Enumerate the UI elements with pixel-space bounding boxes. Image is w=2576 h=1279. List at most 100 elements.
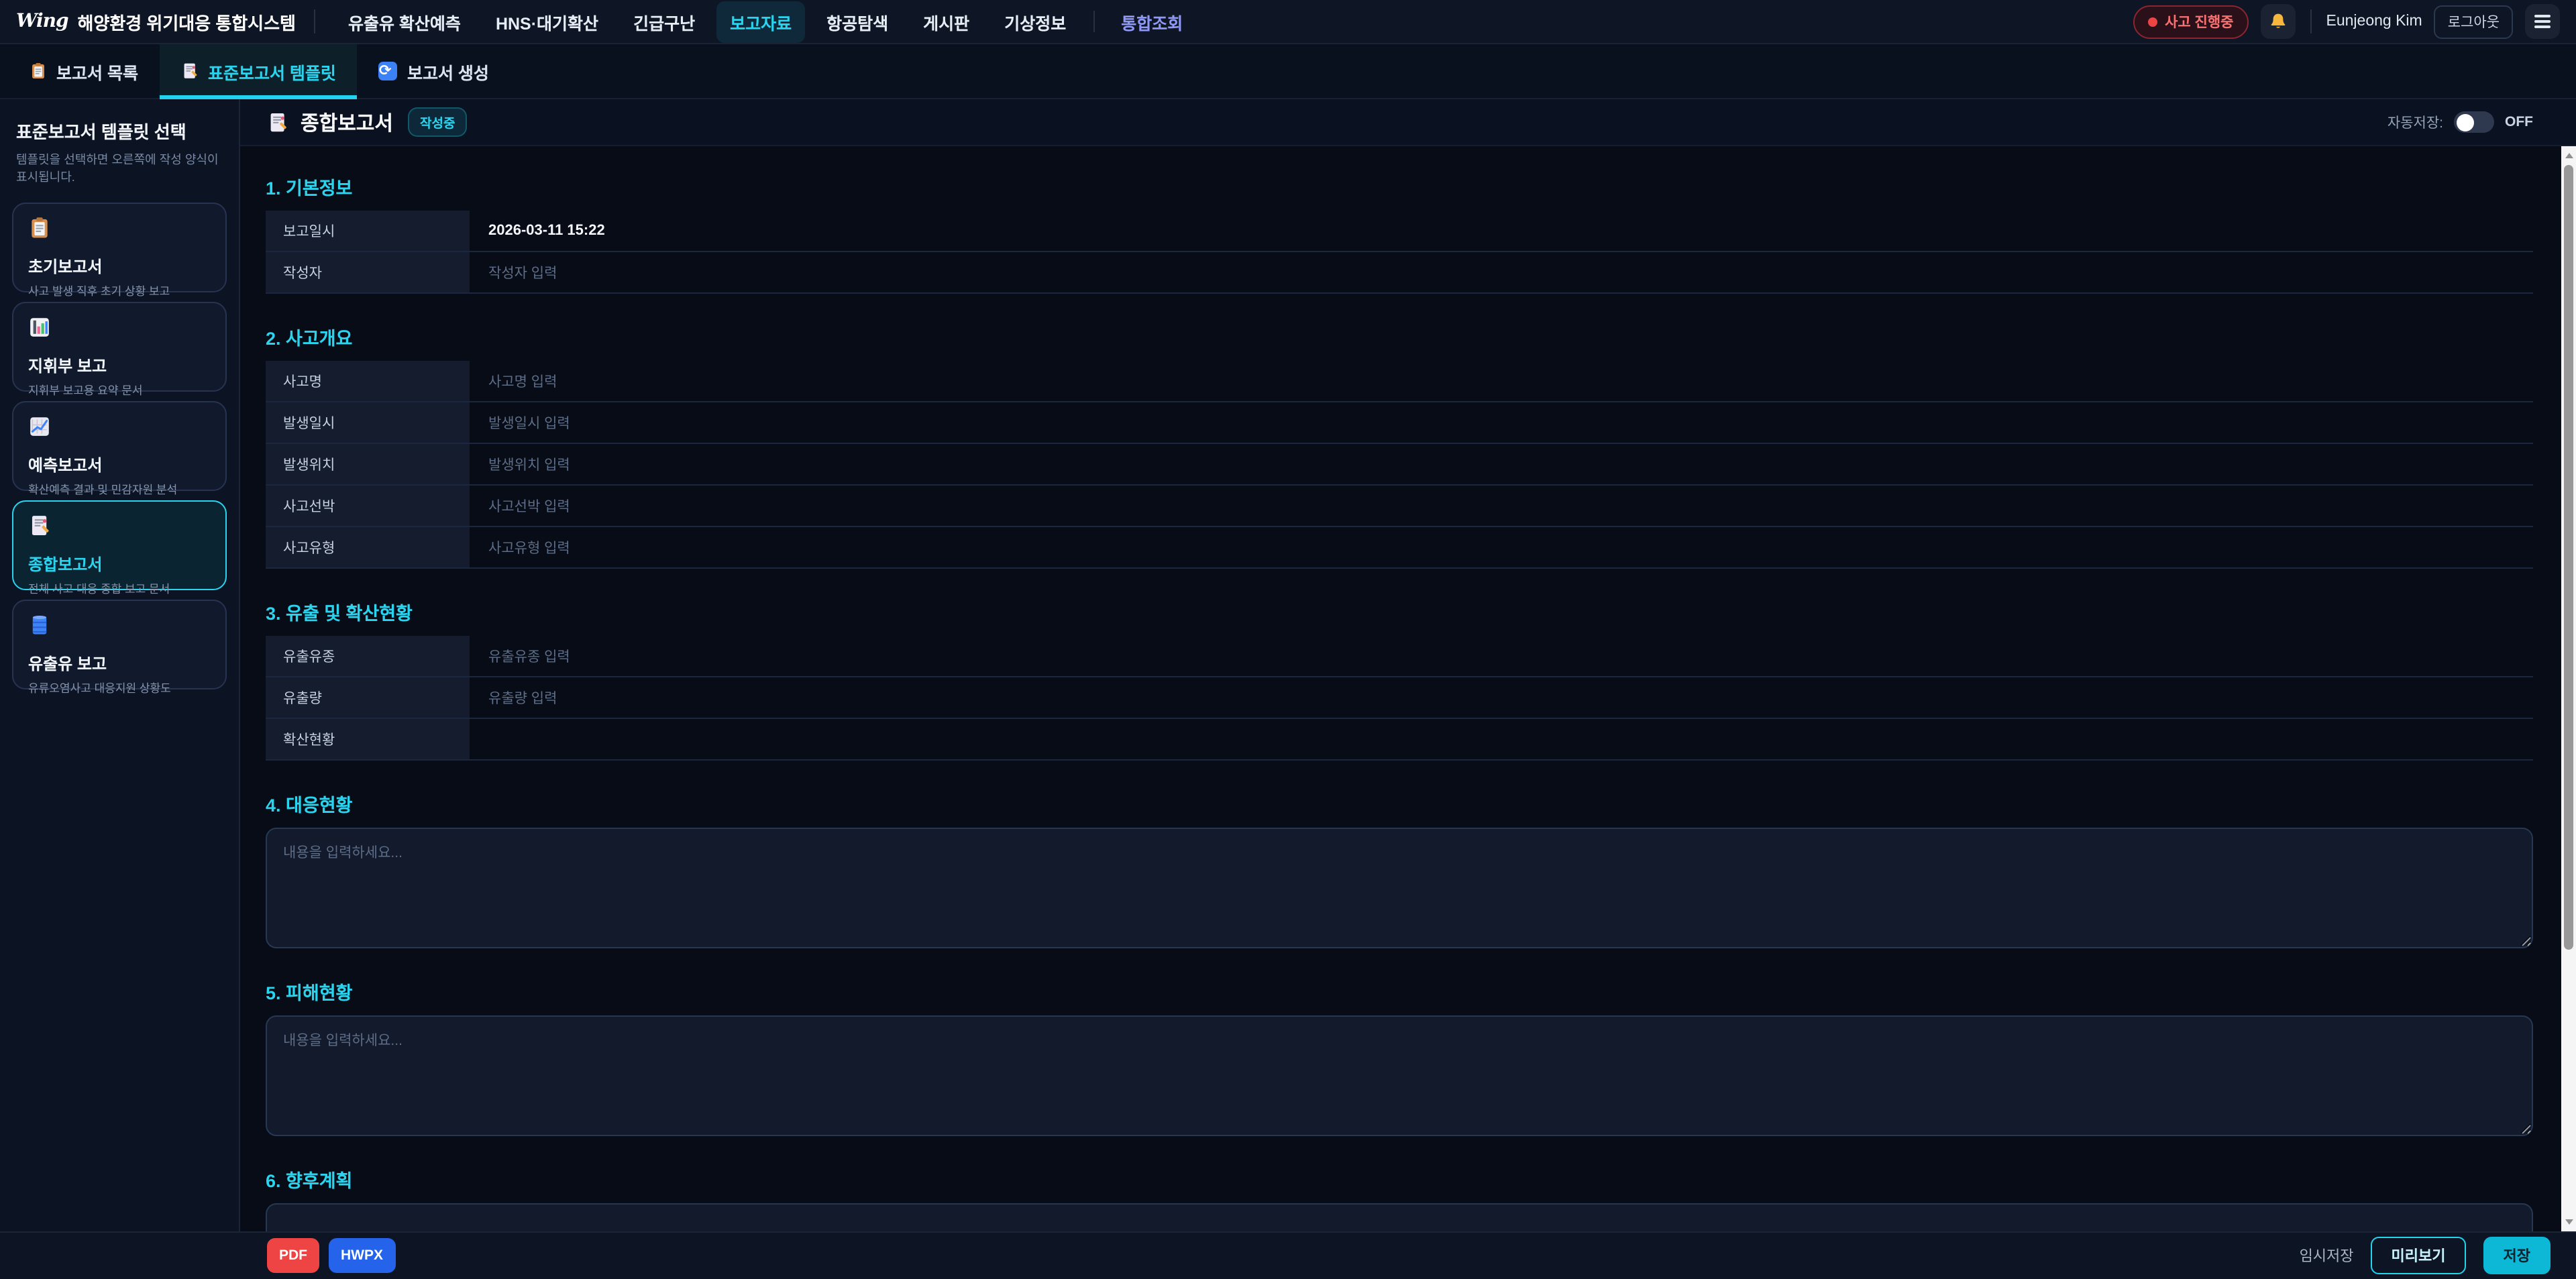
toggle-knob [2456,113,2473,131]
field-label: 작성자 [266,252,470,292]
nav-item-emergency-rescue[interactable]: 긴급구난 [620,1,708,42]
template-name: 초기보고서 [28,255,211,278]
scroll-down-arrow-icon[interactable] [2561,1213,2576,1231]
section-heading-future-plan: 6. 향후계획 [266,1166,2533,1192]
template-name: 종합보고서 [28,553,211,575]
spill-status-table: 유출유종 유출유종 입력 유출량 유출량 입력 확산현황 [266,636,2533,761]
field-label: 유출유종 [266,636,470,676]
report-title: 종합보고서 [301,108,393,136]
field-label: 사고유형 [266,527,470,567]
divider [2310,9,2312,34]
export-hwpx-button[interactable]: HWPX [329,1238,395,1273]
template-card-oil-spill-report[interactable]: 유출유 보고 유류오염사고 대응지원 상황도 [12,600,227,689]
template-desc: 확산예측 결과 및 민감자원 분석 [28,482,211,498]
template-desc: 지휘부 보고용 요약 문서 [28,382,211,398]
autosave-control: 자동저장: OFF [2387,111,2533,133]
divider [315,9,316,34]
nav-item-weather[interactable]: 기상정보 [991,1,1079,42]
nav-item-aerial-search[interactable]: 항공탐색 [813,1,902,42]
field-label: 발생일시 [266,402,470,443]
template-card-prediction-report[interactable]: 예측보고서 확산예측 결과 및 민감자원 분석 [12,401,227,491]
autosave-toggle[interactable] [2454,111,2494,133]
table-row: 발생일시 발생일시 입력 [266,402,2533,444]
app-logo: Wing 해양환경 위기대응 통합시스템 [16,9,296,34]
save-button[interactable]: 저장 [2483,1237,2551,1274]
nav-item-board[interactable]: 게시판 [910,1,983,42]
tab-report-list[interactable]: 보고서 목록 [8,44,160,98]
table-row: 유출유종 유출유종 입력 [266,636,2533,677]
divider [1093,11,1094,32]
table-row: 작성자 작성자 입력 [266,252,2533,294]
spill-amount-field[interactable]: 유출량 입력 [470,677,2533,718]
logout-button[interactable]: 로그아웃 [2434,5,2513,38]
nav-item-oil-spill-prediction[interactable]: 유출유 확산예측 [335,1,474,42]
section-heading-response-status: 4. 대응현황 [266,790,2533,817]
incident-type-field[interactable]: 사고유형 입력 [470,527,2533,567]
field-label: 확산현황 [266,719,470,759]
section-heading-basic-info: 1. 기본정보 [266,173,2533,200]
scroll-up-arrow-icon[interactable] [2561,146,2576,164]
temp-save-button[interactable]: 임시저장 [2300,1245,2354,1266]
preview-button[interactable]: 미리보기 [2371,1237,2466,1274]
future-plan-textarea[interactable] [266,1203,2533,1231]
tab-standard-report-template[interactable]: 표준보고서 템플릿 [160,44,358,98]
clipboard-icon [30,62,47,80]
table-row: 보고일시 2026-03-11 15:22 [266,211,2533,252]
scrollbar-thumb[interactable] [2564,165,2573,950]
template-name: 예측보고서 [28,453,211,476]
template-desc: 유류오염사고 대응지원 상황도 [28,680,211,696]
report-datetime-field[interactable]: 2026-03-11 15:22 [470,211,2533,251]
footer-action-bar: PDF HWPX 임시저장 미리보기 저장 [0,1231,2576,1279]
response-status-textarea[interactable] [266,828,2533,948]
template-card-comprehensive-report[interactable]: 종합보고서 전체 사고 대응 종합 보고 문서 [12,500,227,590]
nav-item-hns-diffusion[interactable]: HNS·대기확산 [482,1,612,42]
logo-mark: Wing [16,11,68,32]
report-form-panel: 종합보고서 작성중 자동저장: OFF 1. 기본정보 보고일시 2026-03… [240,99,2576,1231]
tab-report-generation[interactable]: ⟳ 보고서 생성 [358,44,511,98]
report-tab-bar: 보고서 목록 표준보고서 템플릿 ⟳ 보고서 생성 [0,44,2576,99]
report-header: 종합보고서 작성중 자동저장: OFF [240,99,2576,146]
export-pdf-button[interactable]: PDF [267,1238,319,1273]
bell-icon [2269,12,2288,31]
section-heading-incident-overview: 2. 사고개요 [266,323,2533,350]
table-row: 사고명 사고명 입력 [266,361,2533,402]
nav-item-reports[interactable]: 보고자료 [716,1,805,42]
app-title: 해양환경 위기대응 통합시스템 [78,9,296,34]
oil-type-field[interactable]: 유출유종 입력 [470,636,2533,676]
table-row: 사고유형 사고유형 입력 [266,527,2533,569]
section-heading-damage-status: 5. 피해현황 [266,978,2533,1005]
autosave-label: 자동저장: [2387,112,2443,132]
report-form-scroll-area: 1. 기본정보 보고일시 2026-03-11 15:22 작성자 작성자 입력… [240,146,2561,1231]
clipboard-icon [28,216,51,240]
occurrence-datetime-field[interactable]: 발생일시 입력 [470,402,2533,443]
autosave-state: OFF [2505,114,2533,130]
sync-icon: ⟳ [379,62,398,80]
damage-status-textarea[interactable] [266,1015,2533,1136]
table-row: 유출량 유출량 입력 [266,677,2533,719]
template-name: 지휘부 보고 [28,354,211,377]
template-desc: 전체 사고 대응 종합 보고 문서 [28,581,211,597]
field-label: 사고선박 [266,486,470,526]
diffusion-status-field[interactable] [470,719,2533,759]
template-sidebar: 표준보고서 템플릿 선택 템플릿을 선택하면 오른쪽에 작성 양식이 표시됩니다… [0,99,240,1231]
nav-item-integrated-search[interactable]: 통합조회 [1108,1,1196,42]
red-dot-icon [2147,17,2157,26]
incident-status-badge: 사고 진행중 [2133,5,2248,38]
field-label: 유출량 [266,677,470,718]
username: Eunjeong Kim [2326,13,2422,30]
sidebar-title: 표준보고서 템플릿 선택 [16,118,227,144]
menu-button[interactable] [2525,4,2560,39]
table-row: 발생위치 발생위치 입력 [266,444,2533,486]
incident-vessel-field[interactable]: 사고선박 입력 [470,486,2533,526]
incident-name-field[interactable]: 사고명 입력 [470,361,2533,401]
table-row: 사고선박 사고선박 입력 [266,486,2533,527]
memo-icon [267,111,288,133]
occurrence-location-field[interactable]: 발생위치 입력 [470,444,2533,484]
template-card-command-report[interactable]: 지휘부 보고 지휘부 보고용 요약 문서 [12,302,227,392]
field-label: 발생위치 [266,444,470,484]
vertical-scrollbar[interactable] [2561,146,2576,1231]
notification-bell-button[interactable] [2261,4,2296,39]
table-row: 확산현황 [266,719,2533,761]
template-card-initial-report[interactable]: 초기보고서 사고 발생 직후 초기 상황 보고 [12,203,227,292]
author-field[interactable]: 작성자 입력 [470,252,2533,292]
